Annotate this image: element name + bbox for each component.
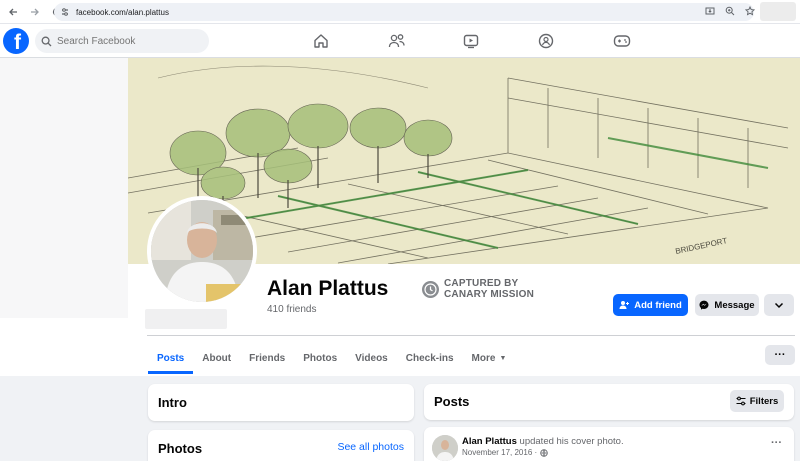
profile-name: Alan Plattus [267, 277, 389, 300]
zoom-icon[interactable] [724, 5, 736, 17]
facebook-logo[interactable]: f [3, 28, 29, 54]
groups-icon[interactable] [533, 31, 608, 51]
profile-more-dropdown[interactable] [764, 294, 794, 316]
caret-down-icon: ▼ [499, 354, 507, 362]
address-bar-actions [704, 5, 756, 17]
tab-videos[interactable]: Videos [346, 342, 397, 374]
post-action-text: updated his cover photo. [516, 436, 624, 447]
browser-profile-avatar[interactable] [760, 2, 796, 21]
address-bar[interactable]: facebook.com/alan.plattus [54, 3, 754, 21]
tab-photos[interactable]: Photos [294, 342, 346, 374]
tab-about[interactable]: About [193, 342, 240, 374]
photos-card: Photos See all photos [148, 430, 414, 461]
captured-badge-text: CAPTURED BY CANARY MISSION [444, 278, 534, 300]
gaming-icon[interactable] [608, 31, 683, 51]
captured-badge-line2: CANARY MISSION [444, 289, 535, 300]
home-icon[interactable] [308, 31, 383, 51]
install-app-icon[interactable] [704, 5, 716, 17]
posts-title: Posts [434, 394, 470, 409]
main-nav-icons [308, 31, 683, 51]
tab-friends[interactable]: Friends [240, 342, 294, 374]
post-date[interactable]: November 17, 2016 · [462, 448, 537, 457]
filters-label: Filters [749, 395, 779, 407]
facebook-top-nav: f [0, 24, 800, 58]
browser-toolbar: facebook.com/alan.plattus [0, 0, 800, 24]
post-meta: November 17, 2016 · [462, 448, 548, 457]
profile-photo [151, 200, 253, 302]
tab-more[interactable]: More ▼ [463, 342, 516, 374]
tab-friends-label: Friends [249, 352, 286, 364]
search-box[interactable] [35, 29, 209, 53]
clock-badge-icon [422, 280, 439, 298]
add-friend-label: Add friend [634, 299, 682, 311]
url-text: facebook.com/alan.plattus [76, 7, 169, 17]
photos-title: Photos [158, 441, 203, 456]
friends-icon[interactable] [383, 31, 458, 51]
post-card: Alan Plattus updated his cover photo. No… [424, 427, 794, 461]
intro-title: Intro [158, 395, 187, 410]
message-label: Message [714, 299, 755, 311]
post-author-name[interactable]: Alan Plattus [462, 436, 517, 447]
tab-check-ins-label: Check-ins [405, 352, 454, 364]
post-author-photo [432, 435, 458, 461]
tab-posts[interactable]: Posts [148, 342, 194, 374]
redacted-area [145, 309, 227, 329]
filter-sliders-icon [736, 396, 746, 406]
chevron-down-icon [774, 302, 784, 309]
tabs-options-button[interactable]: ··· [765, 345, 795, 365]
add-friend-icon [619, 301, 630, 309]
left-gutter [0, 58, 128, 318]
profile-avatar[interactable] [147, 196, 257, 306]
post-headline: Alan Plattus updated his cover photo. [462, 436, 624, 447]
tab-check-ins[interactable]: Check-ins [397, 342, 463, 374]
tab-about-label: About [202, 352, 232, 364]
site-settings-icon[interactable] [60, 7, 70, 17]
messenger-icon [699, 300, 709, 310]
tab-photos-label: Photos [303, 352, 338, 364]
search-input[interactable] [57, 35, 197, 47]
see-all-photos-link[interactable]: See all photos [337, 441, 404, 453]
profile-tabs: Posts About Friends Photos Videos Check-… [148, 342, 515, 374]
tab-videos-label: Videos [355, 352, 388, 364]
search-icon [41, 36, 52, 46]
intro-card: Intro [148, 384, 414, 421]
tab-more-label: More [471, 352, 496, 364]
forward-icon[interactable] [26, 3, 44, 21]
captured-badge: CAPTURED BY CANARY MISSION [422, 278, 534, 300]
add-friend-button[interactable]: Add friend [613, 294, 688, 316]
more-options-icon: ··· [774, 349, 786, 361]
posts-header-card: Posts Filters [424, 384, 794, 420]
filters-button[interactable]: Filters [730, 390, 784, 412]
header-divider [147, 335, 795, 336]
logo-letter: f [14, 31, 21, 54]
video-icon[interactable] [458, 31, 533, 51]
globe-icon [540, 448, 548, 457]
friends-count[interactable]: 410 friends [267, 304, 316, 315]
post-author-avatar[interactable] [432, 435, 458, 461]
more-options-icon: ··· [771, 437, 782, 449]
message-button[interactable]: Message [695, 294, 759, 316]
tab-posts-label: Posts [157, 352, 185, 364]
captured-badge-line1: CAPTURED BY [444, 278, 519, 289]
back-icon[interactable] [4, 3, 22, 21]
bookmark-star-icon[interactable] [744, 5, 756, 17]
post-options-button[interactable]: ··· [771, 437, 782, 449]
